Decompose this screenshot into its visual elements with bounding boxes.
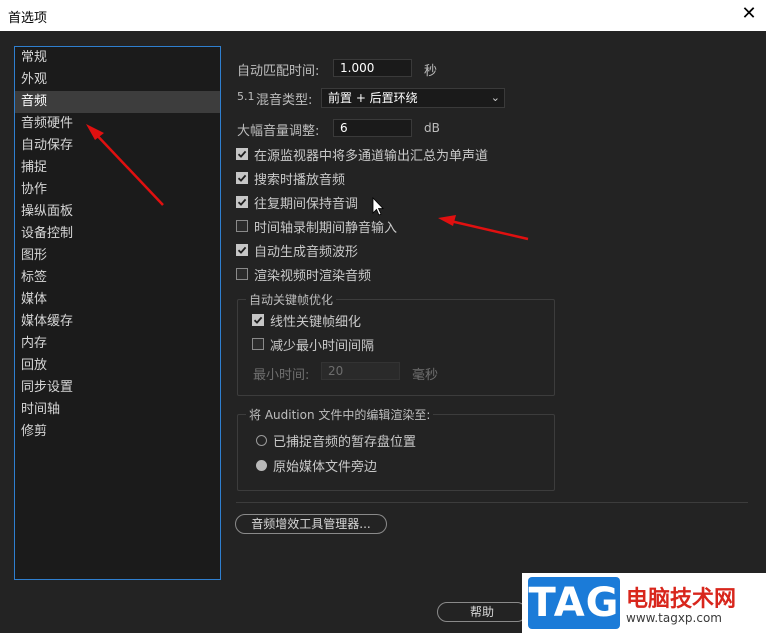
audio-settings-panel: 自动匹配时间: 1.000 秒 5.1 混音类型: 前置 + 后置环绕 ⌄ 大幅… [0,0,766,633]
checkbox-icon [236,220,248,232]
checkbox-icon [252,314,264,326]
help-button[interactable]: 帮助 [437,602,527,622]
auto-match-time-unit: 秒 [424,64,438,79]
watermark-url: www.tagxp.com [626,611,722,625]
audio-option-label: 搜索时播放音频 [254,172,346,188]
keyframe-group-title: 自动关键帧优化 [246,291,337,308]
audio-option-label: 往复期间保持音调 [254,196,359,212]
auto-match-time-input[interactable]: 1.000 [333,59,412,77]
audio-option-label: 在源监视器中将多通道输出汇总为单声道 [254,148,489,164]
mix-type-value: 前置 + 后置环绕 [328,91,418,105]
min-time-input[interactable]: 20 [321,362,400,380]
radio-next-to-original[interactable]: 原始媒体文件旁边 [256,456,378,475]
checkbox-icon [236,196,248,208]
audition-render-group: 将 Audition 文件中的编辑渲染至: [237,406,555,491]
audio-option-checkbox[interactable]: 时间轴录制期间静音输入 [236,217,398,236]
divider [236,502,748,503]
checkbox-icon [236,148,248,160]
audio-option-checkbox[interactable]: 自动生成音频波形 [236,241,359,260]
linear-keyframe-label: 线性关键帧细化 [270,314,362,330]
audio-option-label: 时间轴录制期间静音输入 [254,220,398,236]
watermark-name: 电脑技术网 [626,587,737,612]
mix-type-prefix: 5.1 [237,90,255,103]
audio-plugin-manager-button[interactable]: 音频增效工具管理器... [235,514,387,534]
audio-option-checkbox[interactable]: 在源监视器中将多通道输出汇总为单声道 [236,145,489,164]
checkbox-icon [252,338,264,350]
audio-option-checkbox[interactable]: 搜索时播放音频 [236,169,346,188]
checkbox-icon [236,268,248,280]
radio-next-to-original-label: 原始媒体文件旁边 [273,459,378,475]
reduce-min-time-label: 减少最小时间间隔 [270,338,375,354]
radio-scratch-disk[interactable]: 已捕捉音频的暂存盘位置 [256,431,417,450]
audio-option-label: 渲染视频时渲染音频 [254,268,372,284]
audio-option-label: 自动生成音频波形 [254,244,359,260]
chevron-down-icon: ⌄ [490,91,500,104]
audition-group-title: 将 Audition 文件中的编辑渲染至: [246,406,434,423]
checkbox-icon [236,172,248,184]
mix-type-label: 混音类型: [256,93,313,108]
min-time-label: 最小时间: [253,368,310,383]
large-volume-unit: dB [424,121,440,135]
audio-option-checkbox[interactable]: 往复期间保持音调 [236,193,359,212]
min-time-unit: 毫秒 [412,368,439,383]
linear-keyframe-checkbox[interactable]: 线性关键帧细化 [252,311,362,330]
reduce-min-time-checkbox[interactable]: 减少最小时间间隔 [252,335,375,354]
auto-match-time-label: 自动匹配时间: [237,64,320,79]
radio-scratch-disk-label: 已捕捉音频的暂存盘位置 [273,434,417,450]
radio-icon [256,459,267,471]
site-watermark: TAG 电脑技术网 www.tagxp.com [522,573,766,633]
radio-icon [256,434,267,446]
audio-option-checkbox[interactable]: 渲染视频时渲染音频 [236,265,372,284]
checkbox-icon [236,244,248,256]
watermark-logo: TAG [528,577,620,629]
large-volume-input[interactable]: 6 [333,119,412,137]
mix-type-select[interactable]: 前置 + 后置环绕 ⌄ [321,88,505,108]
large-volume-label: 大幅音量调整: [237,124,320,139]
